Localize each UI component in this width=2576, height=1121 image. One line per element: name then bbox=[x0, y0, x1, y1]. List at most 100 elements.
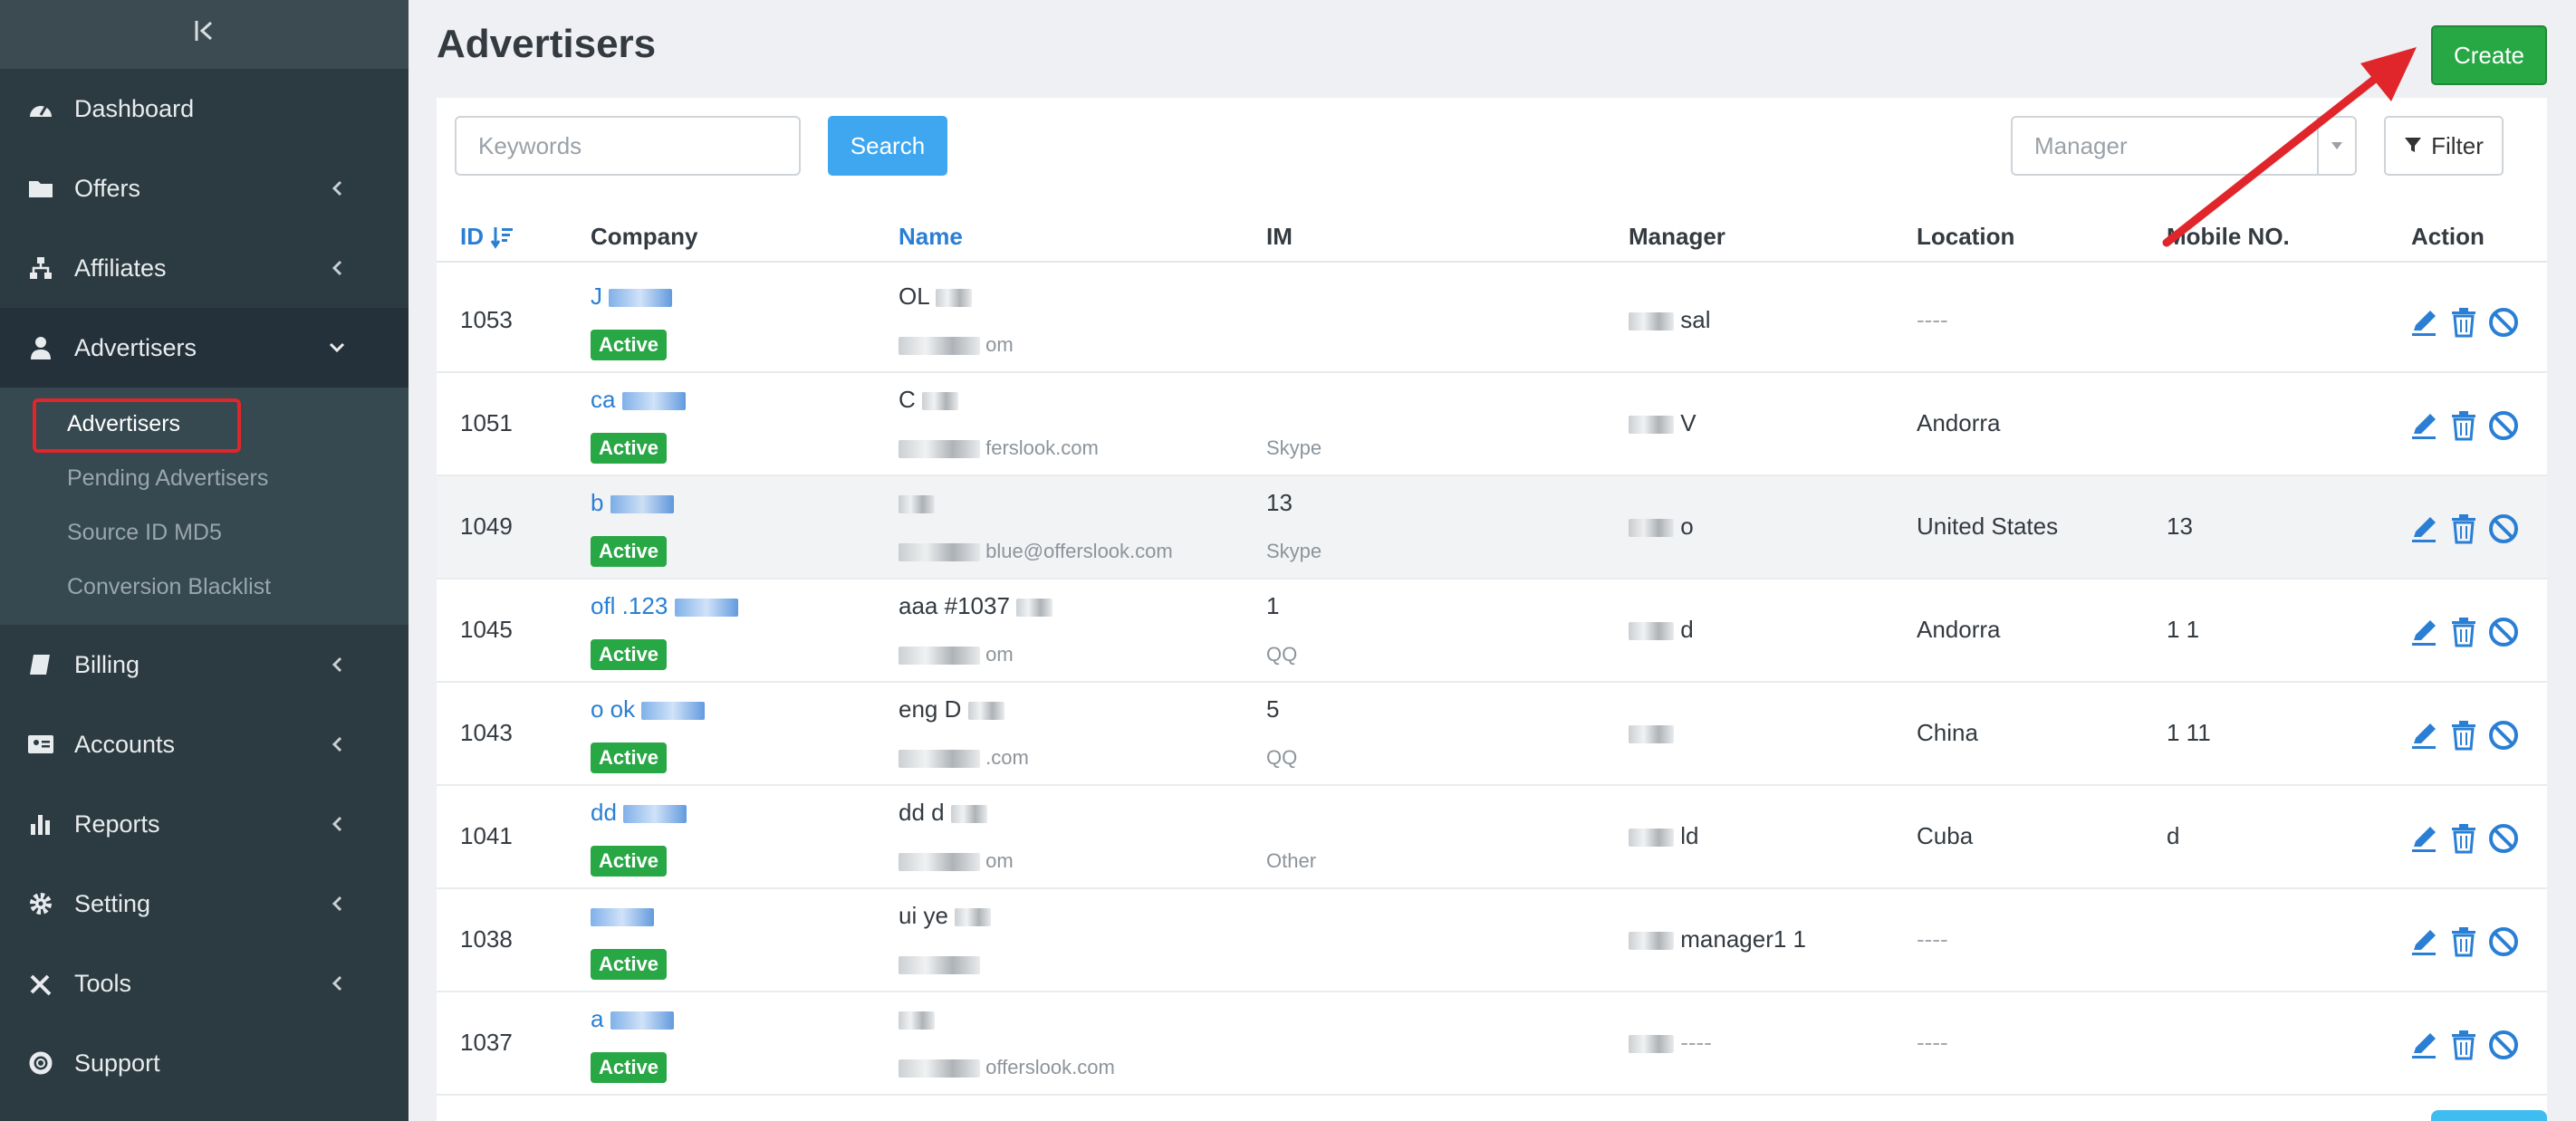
header-id[interactable]: ID bbox=[460, 223, 515, 251]
sidebar-item-tools[interactable]: Tools bbox=[0, 944, 409, 1023]
caret-down-icon bbox=[2317, 118, 2355, 174]
delete-icon[interactable] bbox=[2447, 925, 2480, 958]
chevron-left-icon bbox=[325, 256, 349, 280]
company-link[interactable]: ca bbox=[591, 386, 686, 414]
manager-select-placeholder: Manager bbox=[2034, 131, 2128, 159]
advertiser-name: eng D bbox=[899, 695, 1004, 723]
manager-select[interactable]: Manager bbox=[2011, 116, 2357, 176]
table-row: 1053 J Active OL om sal ---- bbox=[437, 270, 2547, 373]
ban-icon[interactable] bbox=[2487, 513, 2520, 545]
redacted-block bbox=[899, 440, 980, 459]
ban-icon[interactable] bbox=[2487, 925, 2520, 958]
ban-icon[interactable] bbox=[2487, 719, 2520, 752]
scroll-top-button[interactable] bbox=[2431, 1110, 2547, 1121]
table-row: 1045 ofl .123 Active aaa #1037 om 1 QQ d bbox=[437, 580, 2547, 683]
sidebar-item-affiliates[interactable]: Affiliates bbox=[0, 228, 409, 308]
company-link[interactable]: J bbox=[591, 283, 673, 311]
email-text: .com bbox=[985, 746, 1029, 769]
manager-value: V bbox=[1629, 409, 1697, 437]
submenu-advertisers[interactable]: Advertisers bbox=[0, 397, 409, 453]
company-name: o ok bbox=[591, 695, 636, 723]
table-row: 1049 b Active blue@offerslook.com 13 Sky… bbox=[437, 476, 2547, 580]
delete-icon[interactable] bbox=[2447, 409, 2480, 442]
cell-id: 1053 bbox=[460, 306, 513, 333]
sidebar-item-support[interactable]: Support bbox=[0, 1023, 409, 1103]
advertisers-panel: Search Manager Filter ID Company Name IM… bbox=[437, 98, 2547, 1121]
im-type: Skype bbox=[1266, 540, 1322, 562]
ban-icon[interactable] bbox=[2487, 822, 2520, 855]
sidebar-item-reports[interactable]: Reports bbox=[0, 784, 409, 864]
redacted-block bbox=[641, 702, 706, 721]
header-name[interactable]: Name bbox=[899, 223, 963, 251]
sitemap-icon bbox=[25, 253, 56, 283]
company-link[interactable]: dd bbox=[591, 799, 687, 827]
manager-text: V bbox=[1680, 409, 1697, 436]
filter-button[interactable]: Filter bbox=[2384, 116, 2504, 176]
bar-chart-icon bbox=[25, 809, 56, 839]
redacted-block bbox=[1629, 416, 1674, 435]
sidebar-item-billing[interactable]: Billing bbox=[0, 625, 409, 704]
location-value: United States bbox=[1917, 513, 2059, 540]
submenu-source-id-md5[interactable]: Source ID MD5 bbox=[0, 505, 409, 560]
submenu-conversion-blacklist[interactable]: Conversion Blacklist bbox=[0, 560, 409, 614]
create-button[interactable]: Create bbox=[2431, 25, 2547, 85]
im-value: 1 bbox=[1266, 592, 1279, 620]
company-link[interactable]: a bbox=[591, 1005, 674, 1033]
status-badge: Active bbox=[591, 949, 668, 980]
email-text: blue@offerslook.com bbox=[985, 540, 1173, 562]
edit-icon[interactable] bbox=[2408, 925, 2440, 958]
redacted-block bbox=[899, 1011, 935, 1030]
company-link[interactable]: ofl .123 bbox=[591, 592, 738, 620]
sidebar-item-setting[interactable]: Setting bbox=[0, 864, 409, 944]
ban-icon[interactable] bbox=[2487, 1029, 2520, 1061]
submenu-pending-advertisers[interactable]: Pending Advertisers bbox=[0, 451, 409, 505]
company-link[interactable]: b bbox=[591, 489, 674, 517]
delete-icon[interactable] bbox=[2447, 513, 2480, 545]
keywords-input[interactable] bbox=[455, 116, 801, 176]
delete-icon[interactable] bbox=[2447, 1029, 2480, 1061]
status-badge: Active bbox=[591, 330, 668, 360]
edit-icon[interactable] bbox=[2408, 513, 2440, 545]
delete-icon[interactable] bbox=[2447, 822, 2480, 855]
edit-icon[interactable] bbox=[2408, 719, 2440, 752]
delete-icon[interactable] bbox=[2447, 719, 2480, 752]
delete-icon[interactable] bbox=[2447, 306, 2480, 339]
cell-id: 1038 bbox=[460, 925, 513, 953]
redacted-block bbox=[1629, 519, 1674, 538]
filter-icon bbox=[2404, 132, 2422, 160]
collapse-icon bbox=[191, 17, 218, 53]
advertiser-name bbox=[899, 489, 935, 517]
status-badge: Active bbox=[591, 1052, 668, 1083]
table-row: 1041 dd Active dd d om Other ld Cuba d bbox=[437, 786, 2547, 889]
ban-icon[interactable] bbox=[2487, 306, 2520, 339]
edit-icon[interactable] bbox=[2408, 306, 2440, 339]
header-location: Location bbox=[1917, 223, 2015, 250]
edit-icon[interactable] bbox=[2408, 616, 2440, 648]
edit-icon[interactable] bbox=[2408, 1029, 2440, 1061]
sidebar-item-accounts[interactable]: Accounts bbox=[0, 704, 409, 784]
cell-id: 1043 bbox=[460, 719, 513, 746]
table-header: ID Company Name IM Manager Location Mobi… bbox=[437, 206, 2547, 263]
redacted-block bbox=[1016, 599, 1053, 618]
search-button[interactable]: Search bbox=[828, 116, 947, 176]
advertiser-email: om bbox=[899, 849, 1014, 873]
sidebar-item-dashboard[interactable]: Dashboard bbox=[0, 69, 409, 149]
edit-icon[interactable] bbox=[2408, 822, 2440, 855]
delete-icon[interactable] bbox=[2447, 616, 2480, 648]
redacted-block bbox=[1629, 725, 1674, 744]
location-value: China bbox=[1917, 719, 1978, 746]
header-company: Company bbox=[591, 223, 698, 250]
company-link[interactable]: o ok bbox=[591, 695, 706, 723]
redacted-block bbox=[922, 392, 959, 411]
advertiser-name: OL bbox=[899, 283, 972, 311]
status-badge: Active bbox=[591, 536, 668, 567]
highlight-box bbox=[33, 398, 241, 453]
sidebar-collapse-button[interactable] bbox=[0, 0, 409, 69]
edit-icon[interactable] bbox=[2408, 409, 2440, 442]
company-link[interactable] bbox=[591, 902, 654, 930]
sidebar-item-advertisers[interactable]: Advertisers bbox=[0, 308, 409, 388]
ban-icon[interactable] bbox=[2487, 616, 2520, 648]
name-text: ui ye bbox=[899, 902, 948, 929]
ban-icon[interactable] bbox=[2487, 409, 2520, 442]
sidebar-item-offers[interactable]: Offers bbox=[0, 149, 409, 228]
